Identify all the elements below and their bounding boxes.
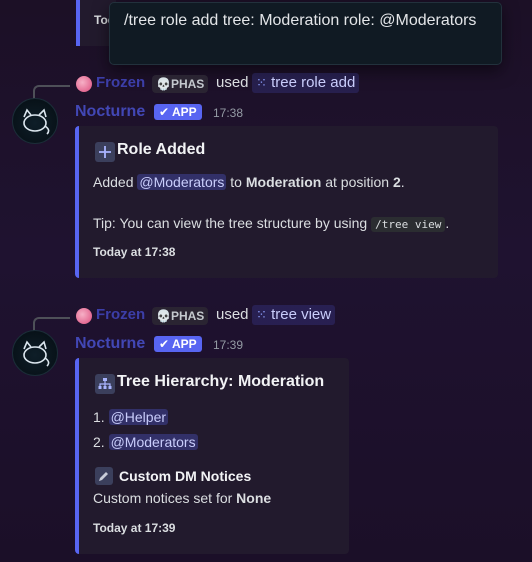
message-timestamp[interactable]: 17:39 [213,338,243,352]
command-mention[interactable]: ⁙ tree view [252,305,336,325]
embed-description: Added @Moderators to Moderation at posit… [93,174,405,190]
cat-icon [23,340,50,367]
skull-icon: 💀 [156,309,171,323]
user-tag: 💀PHAS [152,307,209,325]
author-name[interactable]: Nocturne [75,335,145,353]
list-item: 2. @Moderators [93,434,198,450]
referenced-username[interactable]: Frozen [96,306,145,323]
cat-icon [23,108,50,135]
section-text: Custom notices set for None [93,490,272,506]
embed-title: Tree Hierarchy: Moderation [117,373,325,390]
skull-icon: 💀 [156,77,171,91]
reply-line [33,85,70,99]
command-icon: ⁙ [256,75,267,90]
referenced-username[interactable]: Frozen [96,74,145,91]
user-tag: 💀PHAS [152,75,209,93]
embed-role-added: Role Added Added @Moderators to Moderati… [75,126,498,278]
role-mention[interactable]: @Moderators [108,434,198,450]
used-label: used [216,306,249,323]
avatar[interactable] [12,98,58,144]
role-mention[interactable]: @Moderators [137,174,227,190]
embed-tip: Tip: You can view the tree structure by … [93,215,450,232]
section-title: Custom DM Notices [119,468,252,484]
command-mention[interactable]: ⁙ tree role add [252,73,360,93]
embed-footer: Today at 17:39 [93,521,176,535]
pencil-icon [95,467,113,485]
message-timestamp[interactable]: 17:38 [213,106,243,120]
command-icon: ⁙ [256,307,267,322]
embed-title: Role Added [117,141,206,158]
referenced-user-avatar[interactable] [76,308,92,324]
author-name[interactable]: Nocturne [75,103,145,121]
inline-code: /tree view [371,217,446,232]
hierarchy-icon [95,374,115,394]
embed-tree-hierarchy: Tree Hierarchy: Moderation 1. @Helper 2.… [75,358,349,554]
check-icon: ✔ [159,105,170,119]
avatar[interactable] [12,330,58,376]
command-tooltip: /tree role add tree: Moderation role: @M… [109,2,502,65]
check-icon: ✔ [159,337,170,351]
role-mention[interactable]: @Helper [108,409,169,425]
list-item: 1. @Helper [93,409,169,425]
used-label: used [216,74,249,91]
referenced-user-avatar[interactable] [76,76,92,92]
app-badge: ✔ APP [154,104,202,120]
plus-icon [95,142,115,162]
embed-footer: Today at 17:38 [93,245,176,259]
app-badge: ✔ APP [154,336,202,352]
reply-line [33,317,70,331]
